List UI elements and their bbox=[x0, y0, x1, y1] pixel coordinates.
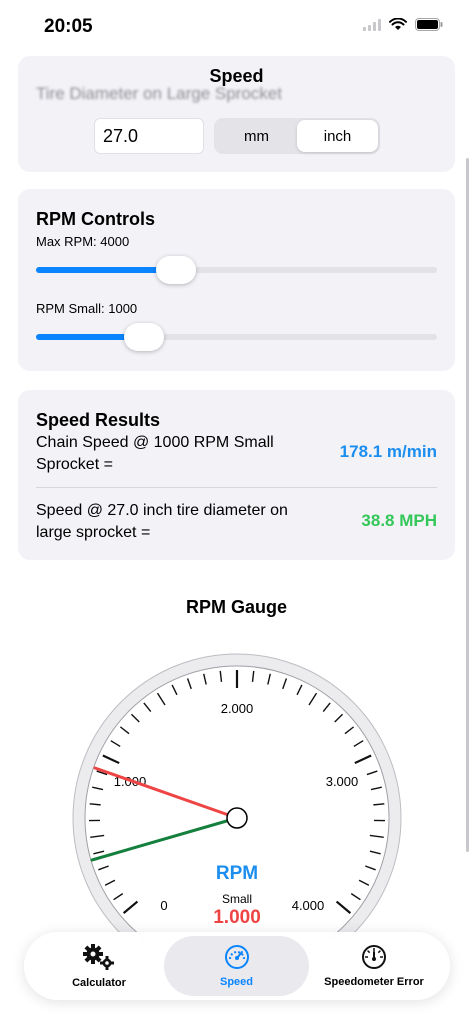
gauge-tick-label-4000: 4.000 bbox=[292, 898, 325, 913]
rpm-gauge-title: RPM Gauge bbox=[185, 597, 287, 617]
wifi-icon bbox=[389, 17, 407, 36]
cellular-signal-icon bbox=[363, 18, 381, 36]
speed-results-title: Speed Results bbox=[36, 410, 161, 430]
tab-speed-label: Speed bbox=[219, 976, 253, 988]
max-rpm-label: Max RPM: 4000 bbox=[36, 234, 130, 249]
tire-diameter-input[interactable] bbox=[94, 118, 204, 154]
speed-card: Speed Tire Diameter on Large Sprocket mm… bbox=[18, 56, 455, 172]
tab-calculator-label: Calculator bbox=[72, 977, 126, 989]
speedometer-icon bbox=[224, 944, 250, 973]
chain-speed-value: 178.1 m/min bbox=[339, 442, 437, 461]
unit-segmented-control[interactable]: mm inch bbox=[214, 118, 380, 154]
tab-calculator[interactable]: Calculator bbox=[34, 932, 164, 1000]
max-rpm-slider-thumb[interactable] bbox=[156, 256, 196, 284]
small-rpm-slider[interactable] bbox=[36, 323, 437, 351]
road-speed-label: Speed @ 27.0 inch tire diameter on large… bbox=[36, 502, 288, 541]
gears-icon bbox=[81, 943, 117, 974]
rpm-controls-card: RPM Controls Max RPM: 4000 RPM Small: 10… bbox=[18, 189, 455, 371]
tab-speedometer-error[interactable]: Speedometer Error bbox=[309, 932, 439, 1000]
tab-bar: Calculator Speed Speedometer Error bbox=[24, 932, 450, 1000]
gauge-tick-label-0: 0 bbox=[160, 898, 167, 913]
tire-diameter-label: Tire Diameter on Large Sprocket bbox=[36, 84, 282, 103]
status-bar: 20:05 bbox=[0, 0, 473, 56]
chain-speed-label: Chain Speed @ 1000 RPM Small Sprocket = bbox=[36, 434, 274, 473]
small-rpm-slider-thumb[interactable] bbox=[124, 323, 164, 351]
gauge-tick-label-2000: 2.000 bbox=[221, 701, 254, 716]
small-rpm-label: RPM Small: 1000 bbox=[36, 301, 138, 316]
tab-speed[interactable]: Speed bbox=[164, 936, 309, 996]
speed-results-card: Speed Results Chain Speed @ 1000 RPM Sma… bbox=[18, 390, 455, 560]
rpm-controls-title: RPM Controls bbox=[36, 209, 155, 229]
rpm-gauge: 1.000 2.000 3.000 0 4.000 RPM Small 1.00… bbox=[72, 653, 402, 940]
unit-option-inch[interactable]: inch bbox=[297, 120, 378, 152]
unit-option-mm[interactable]: mm bbox=[216, 120, 297, 152]
road-speed-value: 38.8 MPH bbox=[361, 511, 437, 530]
max-rpm-slider-fill bbox=[36, 267, 176, 273]
gauge-center-hub bbox=[226, 807, 248, 829]
status-icons bbox=[363, 17, 443, 36]
tab-speedometer-error-label: Speedometer Error bbox=[324, 976, 424, 988]
gauge-small-value: 1.000 bbox=[213, 907, 261, 928]
status-time: 20:05 bbox=[44, 16, 93, 37]
battery-icon bbox=[415, 18, 443, 36]
gauge-unit-label: RPM bbox=[216, 863, 258, 884]
gauge-tick-label-3000: 3.000 bbox=[326, 774, 359, 789]
gauge-small-label: Small bbox=[222, 892, 252, 906]
gauge-icon bbox=[361, 944, 387, 973]
max-rpm-slider[interactable] bbox=[36, 256, 437, 284]
results-divider bbox=[36, 487, 437, 488]
